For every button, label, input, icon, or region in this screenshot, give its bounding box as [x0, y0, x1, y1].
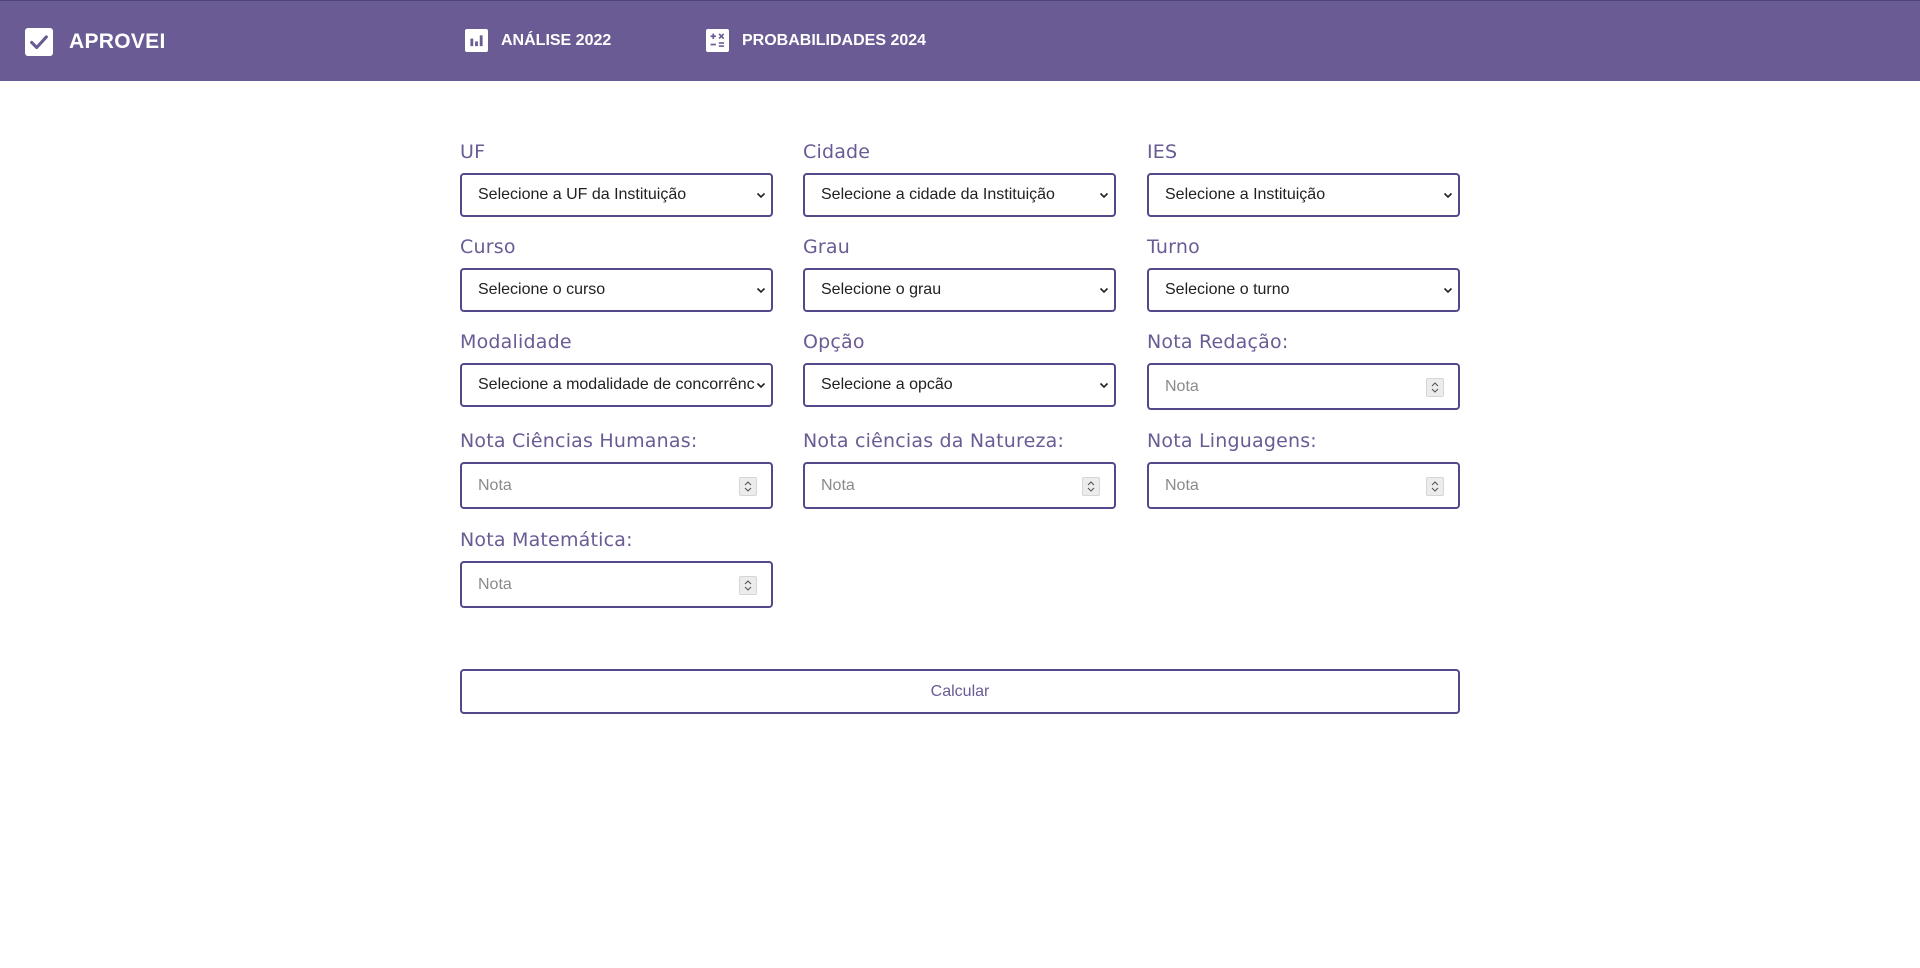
- modalidade-select-value: Selecione a modalidade de concorrência: [478, 376, 755, 393]
- chevron-down-icon: [756, 287, 766, 294]
- nota-humanas-input[interactable]: Nota: [460, 462, 773, 509]
- grau-select-value: Selecione o grau: [821, 281, 942, 298]
- opcao-select[interactable]: Selecione a opcão: [803, 363, 1116, 407]
- chevron-down-icon: [1099, 287, 1109, 294]
- nota-humanas-placeholder: Nota: [478, 476, 512, 494]
- spinner-icon[interactable]: [739, 576, 757, 595]
- check-box-icon: [25, 28, 53, 56]
- curso-select-value: Selecione o curso: [478, 281, 606, 298]
- bar-chart-icon: [465, 29, 488, 52]
- cidade-select[interactable]: Selecione a cidade da Instituição: [803, 173, 1116, 217]
- modalidade-select[interactable]: Selecione a modalidade de concorrência: [460, 363, 773, 407]
- nota-redacao-label: Nota Redação:: [1147, 331, 1289, 353]
- ies-select[interactable]: Selecione a Instituição: [1147, 173, 1460, 217]
- calculator-icon: [706, 29, 729, 52]
- spinner-icon[interactable]: [1426, 477, 1444, 496]
- brand-link[interactable]: APROVEI: [25, 28, 166, 56]
- calcular-button[interactable]: Calcular: [460, 669, 1460, 714]
- chevron-down-icon: [1099, 382, 1109, 389]
- chevron-down-icon: [756, 382, 766, 389]
- nav-item-analise-2022[interactable]: ANÁLISE 2022: [465, 29, 611, 52]
- nota-redacao-placeholder: Nota: [1165, 377, 1199, 395]
- grau-select[interactable]: Selecione o grau: [803, 268, 1116, 312]
- nota-redacao-input[interactable]: Nota: [1147, 363, 1460, 410]
- cidade-label: Cidade: [803, 141, 871, 163]
- curso-label: Curso: [460, 236, 516, 258]
- opcao-label: Opção: [803, 331, 865, 353]
- turno-label: Turno: [1147, 236, 1200, 258]
- nav-item-label: PROBABILIDADES 2024: [742, 31, 927, 49]
- brand-label: APROVEI: [69, 30, 166, 53]
- nota-matematica-label: Nota Matemática:: [460, 529, 633, 551]
- grau-label: Grau: [803, 236, 851, 258]
- nota-natureza-placeholder: Nota: [821, 476, 855, 494]
- turno-select-value: Selecione o turno: [1165, 281, 1290, 298]
- nota-linguagens-input[interactable]: Nota: [1147, 462, 1460, 509]
- top-navbar: APROVEI ANÁLISE 2022 PROBABILIDADES 2024: [0, 0, 1920, 81]
- uf-select-value: Selecione a UF da Instituição: [478, 186, 687, 203]
- chevron-down-icon: [756, 192, 766, 199]
- nota-humanas-label: Nota Ciências Humanas:: [460, 430, 698, 452]
- opcao-select-value: Selecione a opcão: [821, 376, 953, 393]
- cidade-select-value: Selecione a cidade da Instituição: [821, 186, 1055, 203]
- ies-label: IES: [1147, 141, 1178, 163]
- chevron-down-icon: [1443, 192, 1453, 199]
- ies-select-value: Selecione a Instituição: [1165, 186, 1326, 203]
- nota-matematica-placeholder: Nota: [478, 575, 512, 593]
- nav-item-probabilidades-2024[interactable]: PROBABILIDADES 2024: [706, 29, 926, 52]
- uf-label: UF: [460, 141, 486, 163]
- nota-natureza-input[interactable]: Nota: [803, 462, 1116, 509]
- nota-matematica-input[interactable]: Nota: [460, 561, 773, 608]
- spinner-icon[interactable]: [1426, 378, 1444, 397]
- uf-select[interactable]: Selecione a UF da Instituição: [460, 173, 773, 217]
- chevron-down-icon: [1099, 192, 1109, 199]
- nota-linguagens-placeholder: Nota: [1165, 476, 1199, 494]
- spinner-icon[interactable]: [1082, 477, 1100, 496]
- nav-item-label: ANÁLISE 2022: [501, 31, 612, 49]
- modalidade-label: Modalidade: [460, 331, 572, 353]
- curso-select[interactable]: Selecione o curso: [460, 268, 773, 312]
- nota-natureza-label: Nota ciências da Natureza:: [803, 430, 1065, 452]
- turno-select[interactable]: Selecione o turno: [1147, 268, 1460, 312]
- chevron-down-icon: [1443, 287, 1453, 294]
- nota-linguagens-label: Nota Linguagens:: [1147, 430, 1317, 452]
- spinner-icon[interactable]: [739, 477, 757, 496]
